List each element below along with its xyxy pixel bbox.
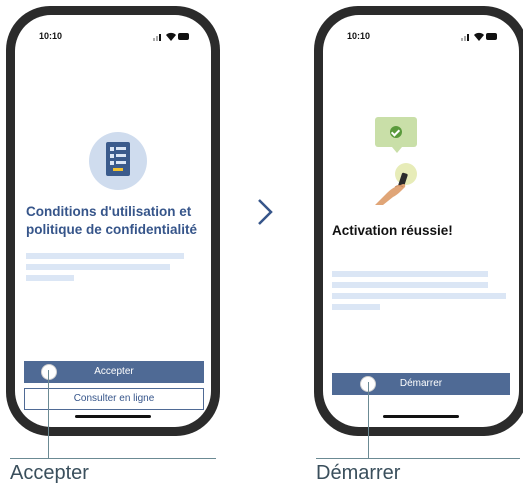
status-time: 10:10 [39,31,63,41]
chevron-right-icon [258,199,273,225]
document-icon [89,132,147,190]
placeholder-text-line [26,253,184,259]
caption-underline [316,458,520,459]
tap-indicator [42,365,56,379]
battery-icon [178,33,189,40]
status-bar: 10:10 [39,31,189,45]
start-button[interactable]: Démarrer [332,373,510,395]
wifi-icon [166,32,176,41]
signal-icon [461,34,470,41]
terms-title: Conditions d'utilisation et politique de… [26,204,198,237]
status-time: 10:10 [347,31,371,41]
caption-pointer-line [368,382,369,458]
placeholder-text-line [332,293,506,299]
status-icons [153,32,189,42]
caption-accepter: Accepter [10,462,89,484]
status-icons [461,32,497,42]
placeholder-text-line [332,271,488,277]
home-indicator [75,415,151,418]
check-icon [390,126,402,138]
home-indicator [383,415,459,418]
signal-icon [153,34,162,41]
hand-phone-icon [375,172,408,205]
activation-title: Activation réussie! [332,223,453,238]
status-bar: 10:10 [347,31,497,45]
placeholder-text-line [26,275,74,281]
caption-demarrer: Démarrer [316,462,401,484]
phone-mockup-activation: 10:10 Activation réussie! Démarrer [314,6,523,436]
phone-mockup-terms: 10:10 Conditions d'utilisation et politi… [6,6,220,436]
placeholder-text-line [332,304,380,310]
placeholder-text-line [332,282,488,288]
wifi-icon [474,32,484,41]
placeholder-text-line [26,264,170,270]
speech-bubble [375,117,417,147]
battery-icon [486,33,497,40]
caption-pointer-line [48,370,49,458]
activation-illustration [367,117,427,207]
phone-screen: 10:10 Conditions d'utilisation et politi… [15,15,211,427]
phone-screen: 10:10 Activation réussie! Démarrer [323,15,519,427]
view-online-button[interactable]: Consulter en ligne [24,388,204,410]
caption-underline [10,458,216,459]
